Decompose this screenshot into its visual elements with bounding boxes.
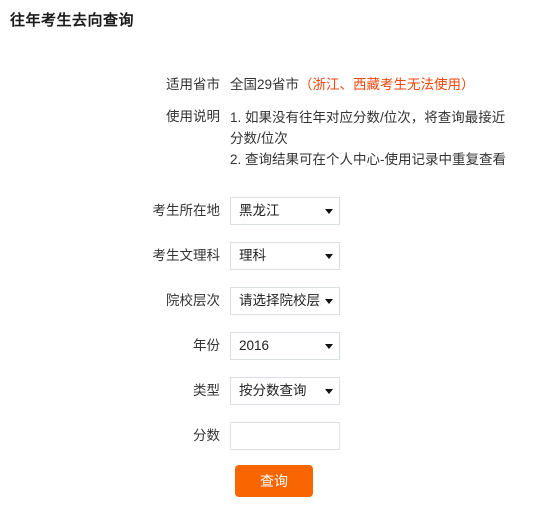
subject-field: 理科 [220, 241, 550, 270]
location-select-value: 黑龙江 [239, 202, 280, 218]
school-level-select-value: 请选择院校层次 [239, 292, 321, 308]
score-field [220, 421, 550, 450]
usage-instructions-label: 使用说明 [166, 109, 220, 124]
usage-instruction-line: 1. 如果没有往年对应分数/位次，将查询最接近 [230, 110, 506, 125]
subject-select[interactable]: 理科 [230, 241, 340, 270]
year-row: 年份 2016 [0, 323, 550, 368]
applicable-region-value-group: 全国29省市（浙江、西藏考生无法使用） [220, 75, 550, 95]
school-level-label: 院校层次 [166, 292, 220, 308]
query-type-label: 类型 [193, 382, 220, 398]
submit-field: 查询 [220, 464, 550, 497]
score-input[interactable] [230, 421, 340, 450]
subject-row: 考生文理科 理科 [0, 233, 550, 278]
applicable-region-label: 适用省市 [166, 77, 220, 92]
usage-instruction-line: 分数/位次 [230, 131, 288, 146]
subject-select-value: 理科 [239, 247, 266, 263]
chevron-down-icon [325, 208, 333, 214]
query-submit-button[interactable]: 查询 [235, 464, 313, 497]
location-field: 黑龙江 [220, 196, 550, 225]
year-select-value: 2016 [239, 337, 270, 353]
query-type-select-value: 按分数查询 [239, 382, 307, 398]
score-label: 分数 [193, 427, 220, 443]
location-row: 考生所在地 黑龙江 [0, 188, 550, 233]
chevron-down-icon [325, 388, 333, 394]
usage-instruction-line: 2. 查询结果可在个人中心-使用记录中重复查看 [230, 152, 507, 167]
year-select[interactable]: 2016 [230, 331, 340, 360]
year-label: 年份 [193, 337, 220, 353]
usage-instructions-list: 1. 如果没有往年对应分数/位次，将查询最接近 分数/位次 2. 查询结果可在个… [220, 107, 550, 170]
year-field: 2016 [220, 331, 550, 360]
page-title: 往年考生去向查询 [10, 12, 135, 29]
school-level-field: 请选择院校层次 [220, 286, 550, 315]
subject-label: 考生文理科 [152, 247, 221, 263]
query-type-select[interactable]: 按分数查询 [230, 376, 340, 405]
chevron-down-icon [325, 253, 333, 259]
query-form: 适用省市 全国29省市（浙江、西藏考生无法使用） 使用说明 1. 如果没有往年对… [0, 75, 550, 503]
score-row: 分数 [0, 413, 550, 458]
applicable-region-warning: （浙江、西藏考生无法使用） [299, 77, 475, 92]
query-type-row: 类型 按分数查询 [0, 368, 550, 413]
chevron-down-icon [325, 343, 333, 349]
chevron-down-icon [325, 298, 333, 304]
school-level-select[interactable]: 请选择院校层次 [230, 286, 340, 315]
applicable-region-row: 适用省市 全国29省市（浙江、西藏考生无法使用） [0, 75, 550, 95]
location-label: 考生所在地 [152, 202, 221, 218]
query-type-field: 按分数查询 [220, 376, 550, 405]
submit-row: 查询 [0, 458, 550, 503]
usage-instructions-row: 使用说明 1. 如果没有往年对应分数/位次，将查询最接近 分数/位次 2. 查询… [0, 107, 550, 170]
location-select[interactable]: 黑龙江 [230, 196, 340, 225]
school-level-row: 院校层次 请选择院校层次 [0, 278, 550, 323]
applicable-region-value: 全国29省市 [230, 77, 300, 92]
